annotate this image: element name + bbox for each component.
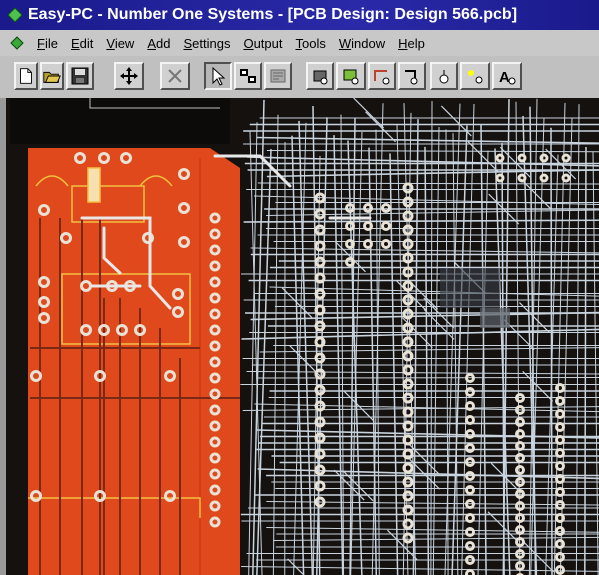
menu-window[interactable]: Window [339,36,385,51]
app-icon [8,8,22,22]
add-via-button[interactable] [398,62,426,90]
menu-add[interactable]: Add [147,36,170,51]
new-icon [20,68,32,84]
open-icon [43,71,61,83]
add-text-button[interactable]: A [492,62,522,90]
add-pad-icon [343,69,359,85]
add-shape-icon [439,70,449,84]
add-component-button[interactable] [306,62,334,90]
menu-bar: File Edit View Add Settings Output Tools… [0,30,599,56]
move-icon [120,67,138,85]
menu-tools[interactable]: Tools [296,36,326,51]
delete-button[interactable] [160,62,190,90]
save-button[interactable] [66,62,94,90]
select-pointer-icon [212,66,226,86]
menu-view[interactable]: View [106,36,134,51]
menu-file[interactable]: File [37,36,58,51]
route-icon [468,70,483,84]
window-title: Easy-PC - Number One Systems - [PCB Desi… [28,6,518,23]
svg-text:A: A [499,69,510,86]
move-button[interactable] [114,62,144,90]
properties-icon [270,69,286,83]
save-icon [71,67,89,85]
menu-settings[interactable]: Settings [183,36,230,51]
menu-help[interactable]: Help [398,36,425,51]
new-button[interactable] [14,62,38,90]
menu-edit[interactable]: Edit [71,36,93,51]
document-menu-icon[interactable] [10,36,24,50]
query-button[interactable] [234,62,262,90]
add-pad-button[interactable] [336,62,366,90]
query-icon [240,69,256,83]
select-button[interactable] [204,62,232,90]
add-text-icon: A [499,69,516,86]
pcb-canvas[interactable] [0,98,599,575]
add-via-icon [405,70,418,85]
pcb-drawing[interactable] [0,98,599,575]
add-shape-button[interactable] [430,62,458,90]
add-track-icon [374,70,390,85]
delete-icon [168,69,182,83]
add-track-button[interactable] [368,62,396,90]
title-bar[interactable]: Easy-PC - Number One Systems - [PCB Desi… [0,0,599,30]
add-component-icon [313,70,328,85]
route-button[interactable] [460,62,490,90]
open-button[interactable] [40,62,64,90]
window-frame-left [0,98,6,575]
menu-output[interactable]: Output [243,36,282,51]
toolbar: A [0,56,599,99]
properties-button[interactable] [264,62,292,90]
